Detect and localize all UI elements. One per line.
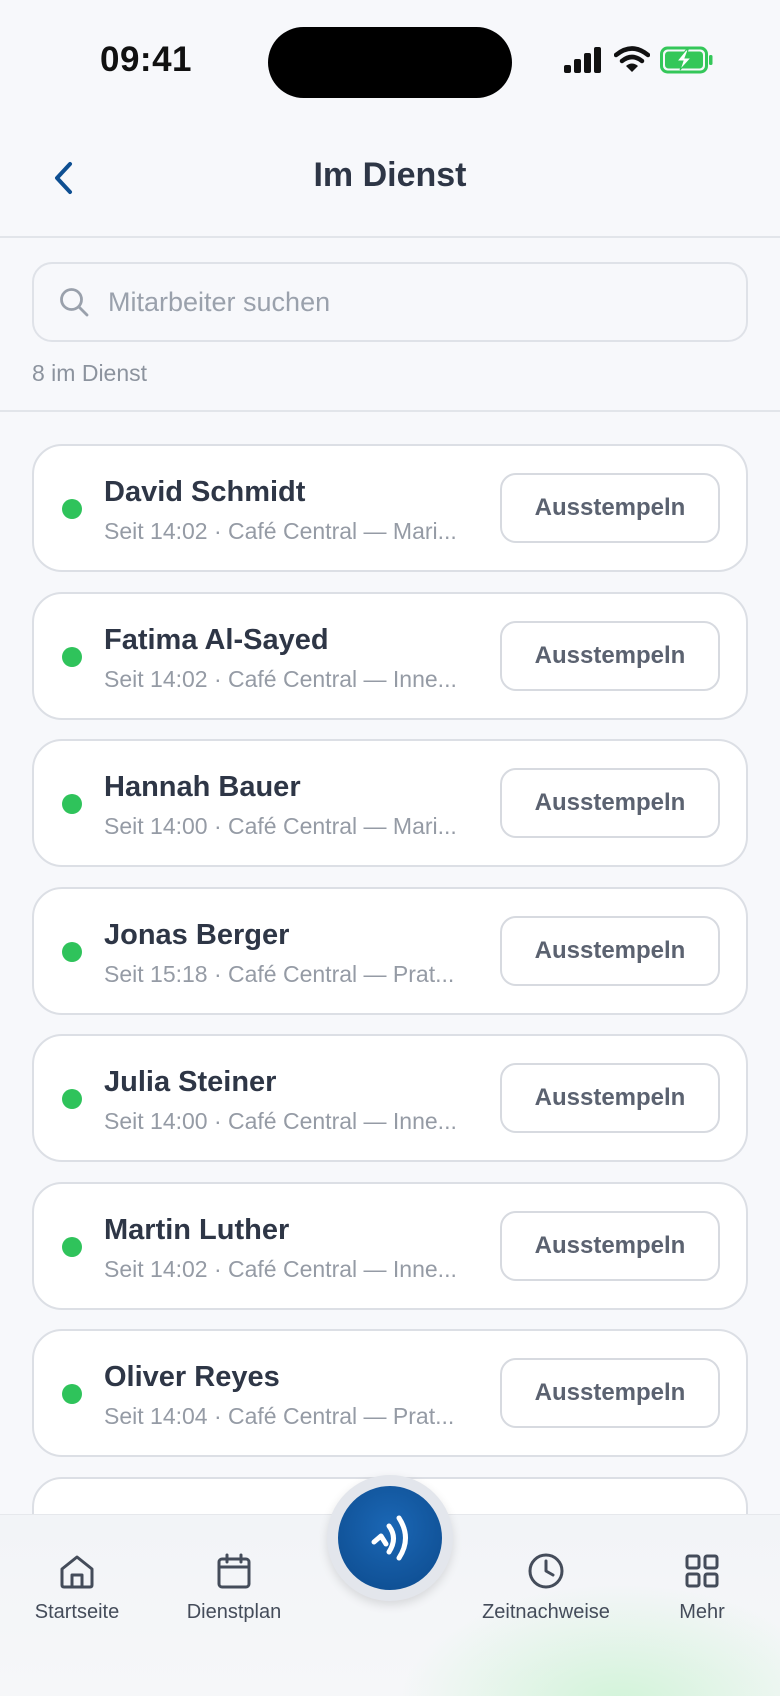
clock-out-button[interactable]: Ausstempeln: [500, 768, 720, 838]
on-duty-count: 8 im Dienst: [32, 360, 148, 386]
employee-list: David Schmidt Seit 14:02 · Café Central …: [32, 444, 748, 1624]
employee-detail: Seit 15:18 · Café Central — Prat...: [104, 960, 455, 987]
calendar-icon: [217, 1553, 251, 1589]
home-icon: [60, 1555, 94, 1589]
clock-out-button[interactable]: Ausstempeln: [500, 1063, 720, 1133]
search-section: 8 im Dienst: [0, 238, 780, 412]
online-status-dot: [62, 499, 82, 519]
online-status-dot: [62, 646, 82, 667]
nav-item-schedule[interactable]: Dienstplan: [164, 1551, 304, 1624]
page-title: Im Dienst: [313, 156, 467, 194]
nfc-clock-button[interactable]: [338, 1486, 442, 1590]
employee-card: Julia Steiner Seit 14:00 · Café Central …: [32, 1034, 748, 1162]
search-input[interactable]: [108, 286, 708, 318]
nfc-icon: [371, 1515, 408, 1561]
nav-item-home[interactable]: Startseite: [7, 1551, 147, 1624]
employee-name: Julia Steiner: [104, 1066, 277, 1098]
status-icons: [564, 46, 714, 74]
clock-out-button[interactable]: Ausstempeln: [500, 473, 720, 543]
dynamic-island: [268, 27, 512, 98]
clock-out-button[interactable]: Ausstempeln: [500, 915, 720, 986]
employee-name: Oliver Reyes: [104, 1361, 280, 1393]
employee-card: Jonas Berger Seit 15:18 · Café Central —…: [32, 886, 748, 1015]
nav-label-more: Mehr: [679, 1601, 725, 1623]
employee-name: Hannah Bauer: [104, 771, 301, 803]
nav-label-timesheets: Zeitnachweise: [482, 1601, 610, 1623]
employee-card: Fatima Al-Sayed Seit 14:02 · Café Centra…: [32, 591, 748, 720]
clock-out-button[interactable]: Ausstempeln: [500, 1210, 720, 1281]
cellular-signal-icon: [564, 47, 601, 73]
employee-card: Martin Luther Seit 14:02 · Café Central …: [32, 1181, 748, 1310]
employee-detail: Seit 14:02 · Café Central — Inne...: [104, 665, 457, 692]
nav-item-more[interactable]: Mehr: [632, 1551, 772, 1624]
search-box[interactable]: [32, 262, 748, 342]
employee-detail: Seit 14:00 · Café Central — Inne...: [104, 1108, 457, 1134]
employee-name: Martin Luther: [104, 1213, 290, 1246]
employee-detail: Seit 14:02 · Café Central — Mari...: [104, 518, 457, 544]
online-status-dot: [62, 941, 82, 962]
online-status-dot: [62, 1236, 82, 1257]
nav-label-home: Startseite: [34, 1601, 120, 1623]
battery-charging-icon: [660, 46, 713, 74]
employee-name: Fatima Al-Sayed: [104, 623, 329, 656]
status-bar: 09:41: [0, 0, 780, 120]
employee-detail: Seit 14:04 · Café Central — Prat...: [104, 1403, 455, 1429]
online-status-dot: [62, 794, 82, 814]
grid-icon: [685, 1554, 719, 1588]
online-status-dot: [62, 1384, 82, 1404]
online-status-dot: [62, 1089, 82, 1109]
clock-out-button[interactable]: Ausstempeln: [500, 1358, 720, 1428]
wifi-icon: [614, 46, 650, 72]
employee-card: Hannah Bauer Seit 14:00 · Café Central —…: [32, 739, 748, 867]
search-icon: [60, 288, 89, 317]
employee-name: David Schmidt: [104, 476, 306, 508]
nav-item-timesheets[interactable]: Zeitnachweise: [476, 1551, 616, 1624]
employee-detail: Seit 14:00 · Café Central — Mari...: [104, 813, 457, 839]
employee-name: Jonas Berger: [104, 918, 290, 951]
clock-out-button[interactable]: Ausstempeln: [500, 620, 720, 691]
employee-card: Oliver Reyes Seit 14:04 · Café Central —…: [32, 1329, 748, 1457]
clock-icon: [528, 1553, 564, 1589]
nfc-button-ring: [327, 1475, 453, 1601]
nav-label-schedule: Dienstplan: [186, 1601, 282, 1623]
employee-card: David Schmidt Seit 14:02 · Café Central …: [32, 444, 748, 572]
employee-detail: Seit 14:02 · Café Central — Inne...: [104, 1255, 457, 1282]
header: Im Dienst: [0, 120, 780, 238]
status-time: 09:41: [100, 40, 193, 79]
